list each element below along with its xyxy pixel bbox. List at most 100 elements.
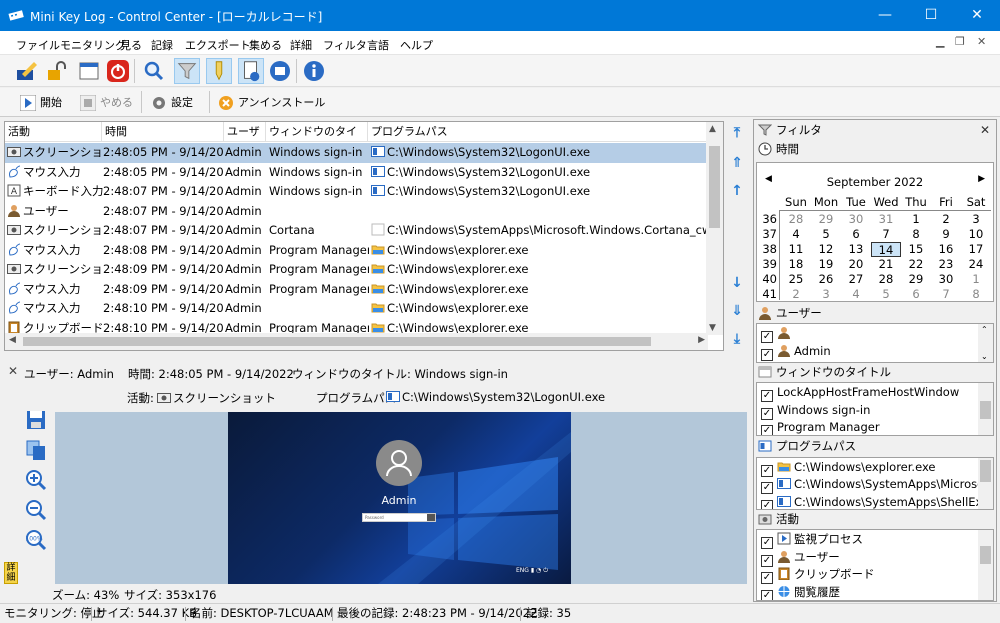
screenshot-preview[interactable]: Admin Password ENG ▮ ◔ ⏻: [55, 412, 747, 584]
menu-collect[interactable]: 集める: [249, 37, 282, 53]
window-list-scrollbar[interactable]: [978, 383, 993, 435]
highlighter-icon[interactable]: [206, 58, 232, 84]
scroll-left-icon[interactable]: ◀: [9, 335, 16, 345]
detail-close-icon[interactable]: ✕: [8, 364, 18, 378]
filter-list-item[interactable]: ✓ 監視プロセス: [761, 531, 863, 549]
checkbox[interactable]: ✓: [761, 554, 773, 567]
filter-list-item[interactable]: ✓ Windows sign-in: [761, 402, 870, 420]
activity-list-scrollbar[interactable]: [978, 530, 993, 600]
calendar-day[interactable]: 27: [841, 272, 871, 287]
table-row[interactable]: マウス入力2:48:10 PM - 9/14/2022Admin C:\Windo…: [5, 299, 708, 319]
calendar-day[interactable]: 19: [811, 257, 841, 272]
stop-button[interactable]: やめる: [80, 93, 133, 113]
calendar-day[interactable]: 26: [811, 272, 841, 287]
checkbox[interactable]: ✓: [761, 407, 773, 420]
table-row[interactable]: Aキーボード入力2:48:07 PM - 9/14/2022Admin Windo…: [5, 182, 708, 202]
column-activity[interactable]: 活動: [5, 122, 102, 142]
filter-list-item[interactable]: ✓ C:\Windows\SystemApps\Microsoft: [761, 476, 993, 494]
column-time[interactable]: 時間: [102, 122, 224, 142]
calendar[interactable]: ◀ September 2022 ▶ Sun Mon Tue Wed Thu Fri Sat…: [756, 162, 994, 302]
menu-export[interactable]: エクスポート: [185, 37, 251, 53]
page-down-icon[interactable]: ⇓: [729, 303, 745, 319]
calendar-day[interactable]: 30: [931, 272, 961, 287]
copy-icon[interactable]: [24, 438, 48, 462]
menu-view[interactable]: 見る: [120, 37, 142, 53]
calendar-day[interactable]: 5: [811, 227, 841, 242]
calendar-day[interactable]: 24: [961, 257, 991, 272]
settings-button[interactable]: 設定: [151, 93, 193, 113]
start-button[interactable]: 開始: [20, 93, 62, 113]
list-vertical-scrollbar[interactable]: ▲ ▼: [706, 122, 723, 335]
scroll-down-icon[interactable]: ▼: [709, 323, 716, 333]
calendar-day[interactable]: 21: [871, 257, 901, 272]
checkbox[interactable]: ✓: [761, 464, 773, 477]
calendar-day[interactable]: 5: [871, 287, 901, 302]
window-icon[interactable]: [76, 58, 102, 84]
checkbox[interactable]: ✓: [761, 390, 773, 402]
filter-list-item[interactable]: ✓ LockAppHostFrameHostWindow: [761, 384, 959, 402]
table-row[interactable]: スクリーンショット2:48:07 PM - 9/14/2022Admin Cort…: [5, 221, 711, 241]
calendar-day[interactable]: 23: [931, 257, 961, 272]
table-row[interactable]: スクリーンショット2:48:09 PM - 9/14/2022Admin Prog…: [5, 260, 708, 280]
calendar-day[interactable]: 7: [931, 287, 961, 302]
filter-list-item[interactable]: ✓ C:\Windows\explorer.exe: [761, 459, 935, 477]
filter-list-item[interactable]: ✓ クリップボード: [761, 566, 875, 584]
scroll-up-icon[interactable]: ▲: [709, 124, 716, 134]
calendar-day[interactable]: 9: [931, 227, 961, 242]
column-program-path[interactable]: プログラムパス: [368, 122, 708, 142]
calendar-day[interactable]: 1: [901, 212, 931, 227]
calendar-day[interactable]: 29: [901, 272, 931, 287]
scroll-right-icon[interactable]: ▶: [698, 335, 705, 345]
calendar-day[interactable]: 10: [961, 227, 991, 242]
table-row[interactable]: マウス入力2:48:09 PM - 9/14/2022Admin Program …: [5, 280, 708, 300]
checkbox[interactable]: ✓: [761, 482, 773, 494]
calendar-day[interactable]: 13: [841, 242, 871, 257]
calendar-day[interactable]: 3: [811, 287, 841, 302]
last-record-icon[interactable]: ⤓: [729, 331, 745, 347]
calendar-day[interactable]: 11: [781, 242, 811, 257]
checkbox[interactable]: ✓: [761, 331, 773, 343]
table-row[interactable]: マウス入力2:48:05 PM - 9/14/2022Admin Windows …: [5, 163, 708, 183]
hscroll-thumb[interactable]: [23, 337, 651, 346]
activity-list[interactable]: 活動 時間 ユーザー ウィンドウのタイトル プログラムパス スクリーンショット2…: [4, 121, 724, 351]
save-icon[interactable]: [24, 408, 48, 432]
power-icon[interactable]: [105, 58, 131, 84]
checkbox[interactable]: ✓: [761, 425, 773, 435]
menu-monitoring[interactable]: モニタリング: [60, 37, 126, 53]
menu-help[interactable]: ヘルプ: [400, 37, 433, 53]
mdi-close-icon[interactable]: ✕: [977, 35, 986, 48]
mdi-restore-icon[interactable]: ❐: [955, 35, 965, 48]
filter-list-item[interactable]: ✓ 閲覧履歴: [761, 584, 840, 600]
user-filter-header[interactable]: ユーザー: [754, 304, 996, 323]
scroll-thumb[interactable]: [709, 146, 720, 228]
search-icon[interactable]: [141, 58, 167, 84]
page-up-icon[interactable]: ⇑: [729, 155, 745, 171]
calendar-next-icon[interactable]: ▶: [978, 174, 985, 184]
calendar-day[interactable]: 12: [811, 242, 841, 257]
calendar-day[interactable]: 6: [901, 287, 931, 302]
window-filter-list[interactable]: ✓ LockAppHostFrameHostWindow ✓ Windows sign…: [756, 382, 994, 436]
user-filter-list[interactable]: ✓ ✓ Admin ⌃ ⌄: [756, 323, 994, 363]
table-row[interactable]: マウス入力2:48:08 PM - 9/14/2022Admin Program …: [5, 241, 708, 261]
user-list-scrollbar[interactable]: ⌃ ⌄: [978, 324, 993, 362]
filter-close-icon[interactable]: ✕: [980, 121, 990, 140]
zoom-100-icon[interactable]: 100%: [24, 528, 48, 552]
calendar-day[interactable]: 30: [841, 212, 871, 227]
checkbox[interactable]: ✓: [761, 589, 773, 600]
zoom-out-icon[interactable]: [24, 498, 48, 522]
calendar-day[interactable]: 28: [781, 212, 811, 227]
calendar-day[interactable]: 18: [781, 257, 811, 272]
calendar-day[interactable]: 7: [871, 227, 901, 242]
calendar-day[interactable]: 28: [871, 272, 901, 287]
calendar-day[interactable]: 25: [781, 272, 811, 287]
calendar-day[interactable]: 16: [931, 242, 961, 257]
table-row[interactable]: スクリーンショット2:48:05 PM - 9/14/2022Admin Wind…: [5, 143, 708, 163]
list-horizontal-scrollbar[interactable]: ◀ ▶: [5, 333, 708, 350]
filter-list-item[interactable]: ✓: [761, 325, 794, 343]
menu-language[interactable]: 言語: [367, 37, 389, 53]
mail-icon[interactable]: [267, 58, 293, 84]
calendar-day[interactable]: 4: [781, 227, 811, 242]
menu-file[interactable]: ファイル: [16, 37, 60, 53]
calendar-day[interactable]: 6: [841, 227, 871, 242]
path-list-scrollbar[interactable]: [978, 457, 993, 509]
